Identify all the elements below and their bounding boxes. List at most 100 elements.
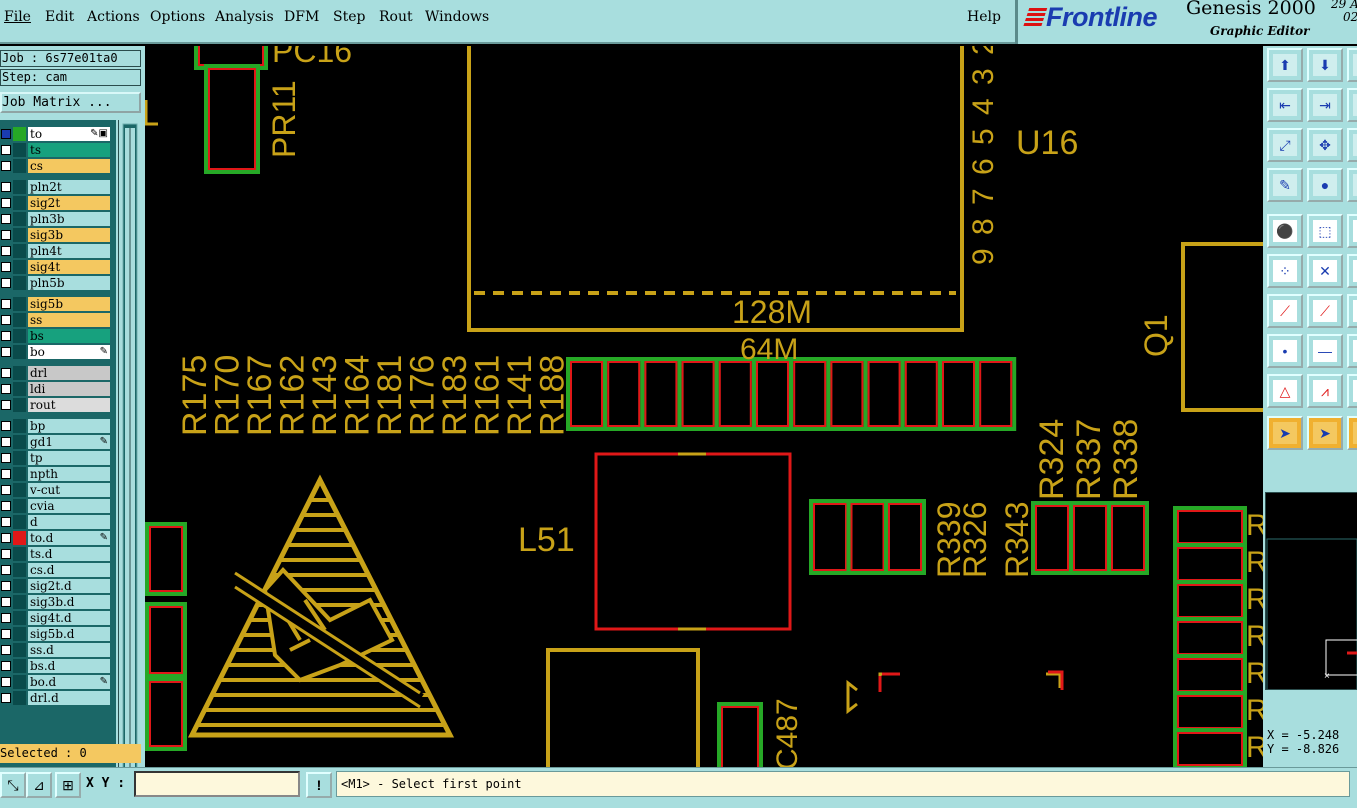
layer-row[interactable]: pln3b — [0, 211, 116, 227]
layer-checkbox[interactable] — [1, 661, 11, 671]
layer-name[interactable]: v-cut — [28, 483, 110, 497]
layer-name[interactable]: ss — [28, 313, 110, 327]
menu-step[interactable]: Step — [333, 9, 365, 25]
layer-color-swatch[interactable] — [13, 659, 26, 673]
layer-name[interactable]: to ✎▣ — [28, 127, 110, 141]
layer-row[interactable]: sig5b.d — [0, 626, 116, 642]
fit-v-button[interactable]: ✥ — [1307, 128, 1343, 162]
snap-extra-button[interactable]: ▮ — [1347, 48, 1357, 82]
fit-h-button[interactable]: ⤢ — [1267, 128, 1303, 162]
menu-dfm[interactable]: DFM — [284, 9, 319, 25]
layer-checkbox[interactable] — [1, 145, 11, 155]
layer-row[interactable]: sig5b — [0, 296, 116, 312]
layer-name[interactable]: bo.d ✎ — [28, 675, 110, 689]
polygon-button[interactable]: ⩘ — [1307, 374, 1343, 408]
add-pad-button[interactable]: ⚫ — [1267, 214, 1303, 248]
layer-color-swatch[interactable] — [13, 435, 26, 449]
layer-checkbox[interactable] — [1, 368, 11, 378]
edit-shape-button[interactable]: ⬚ — [1307, 214, 1343, 248]
layer-color-swatch[interactable] — [13, 196, 26, 210]
layer-name[interactable]: pln2t — [28, 180, 110, 194]
extra-select-button[interactable]: ▮ — [1347, 416, 1357, 450]
layer-name[interactable]: cs — [28, 159, 110, 173]
layer-color-swatch[interactable] — [13, 611, 26, 625]
layer-row[interactable]: bo ✎ — [0, 344, 116, 360]
layer-color-swatch[interactable] — [13, 675, 26, 689]
layer-color-swatch[interactable] — [13, 382, 26, 396]
layer-color-swatch[interactable] — [13, 499, 26, 513]
layer-color-swatch[interactable] — [13, 515, 26, 529]
layer-checkbox[interactable] — [1, 693, 11, 703]
job-matrix-button[interactable]: Job Matrix ... — [0, 92, 141, 113]
layer-color-swatch[interactable] — [13, 180, 26, 194]
horizontal-line-button[interactable]: — — [1307, 334, 1343, 368]
extra-line-button[interactable]: ▮ — [1347, 294, 1357, 328]
layer-color-swatch[interactable] — [13, 244, 26, 258]
measure-wand-button[interactable]: ✎ — [1267, 168, 1303, 202]
layer-name[interactable]: drl — [28, 366, 110, 380]
layer-row[interactable]: tp — [0, 450, 116, 466]
layer-name[interactable]: sig5b.d — [28, 627, 110, 641]
overview-map[interactable]: × — [1265, 492, 1357, 733]
layer-name[interactable]: ss.d — [28, 643, 110, 657]
layer-checkbox[interactable] — [1, 549, 11, 559]
layer-name[interactable]: ldi — [28, 382, 110, 396]
layer-row[interactable]: ts.d — [0, 546, 116, 562]
layer-color-swatch[interactable] — [13, 579, 26, 593]
measure-tool-button[interactable]: ⊿ — [26, 772, 52, 798]
layer-checkbox[interactable] — [1, 246, 11, 256]
prompt-button[interactable]: ! — [306, 772, 332, 798]
layer-name[interactable]: bo ✎ — [28, 345, 110, 359]
layer-row[interactable]: sig4t — [0, 259, 116, 275]
layer-row[interactable]: bs — [0, 328, 116, 344]
layer-checkbox[interactable] — [1, 400, 11, 410]
layer-row[interactable]: ldi — [0, 381, 116, 397]
layer-color-swatch[interactable] — [13, 297, 26, 311]
layer-row[interactable]: pln4t — [0, 243, 116, 259]
layer-color-swatch[interactable] — [13, 313, 26, 327]
layer-color-swatch[interactable] — [13, 159, 26, 173]
layer-name[interactable]: rout — [28, 398, 110, 412]
layer-color-swatch[interactable] — [13, 531, 26, 545]
layer-color-swatch[interactable] — [13, 228, 26, 242]
layer-color-swatch[interactable] — [13, 643, 26, 657]
layer-row[interactable]: sig4t.d — [0, 610, 116, 626]
menu-windows[interactable]: Windows — [425, 9, 489, 25]
layer-color-swatch[interactable] — [13, 329, 26, 343]
snap-right-button[interactable]: ⇥ — [1307, 88, 1343, 122]
layer-row[interactable]: to ✎▣ — [0, 126, 116, 142]
layer-checkbox[interactable] — [1, 453, 11, 463]
layer-row[interactable]: ss.d — [0, 642, 116, 658]
menu-actions[interactable]: Actions — [87, 9, 140, 25]
layer-row[interactable]: npth — [0, 466, 116, 482]
layer-checkbox[interactable] — [1, 214, 11, 224]
select-highlight-button[interactable]: ➤ — [1307, 416, 1343, 450]
layer-name[interactable]: cs.d — [28, 563, 110, 577]
layer-name[interactable]: sig3b.d — [28, 595, 110, 609]
snap-top-button[interactable]: ⬆ — [1267, 48, 1303, 82]
layer-name[interactable]: ts — [28, 143, 110, 157]
extra-shape-button[interactable]: ▮ — [1347, 214, 1357, 248]
layer-name[interactable]: sig2t — [28, 196, 110, 210]
extra-net-button[interactable]: ▮ — [1347, 254, 1357, 288]
layer-checkbox[interactable] — [1, 198, 11, 208]
layer-checkbox[interactable] — [1, 565, 11, 575]
probe-button[interactable]: ● — [1307, 168, 1343, 202]
layer-row[interactable]: drl.d — [0, 690, 116, 706]
layer-checkbox[interactable] — [1, 262, 11, 272]
layer-name[interactable]: npth — [28, 467, 110, 481]
layer-checkbox[interactable] — [1, 230, 11, 240]
layer-name[interactable]: pln4t — [28, 244, 110, 258]
layer-row[interactable]: bs.d — [0, 658, 116, 674]
layer-checkbox[interactable] — [1, 501, 11, 511]
layer-name[interactable]: bs — [28, 329, 110, 343]
layer-row[interactable]: sig3b — [0, 227, 116, 243]
layer-row[interactable]: ts — [0, 142, 116, 158]
layer-checkbox[interactable] — [1, 347, 11, 357]
xy-input[interactable] — [134, 771, 300, 797]
layer-name[interactable]: gd1 ✎ — [28, 435, 110, 449]
extra-node-button[interactable]: ▮ — [1347, 334, 1357, 368]
menu-file[interactable]: File — [4, 9, 31, 25]
layer-name[interactable]: tp — [28, 451, 110, 465]
layer-checkbox[interactable] — [1, 645, 11, 655]
